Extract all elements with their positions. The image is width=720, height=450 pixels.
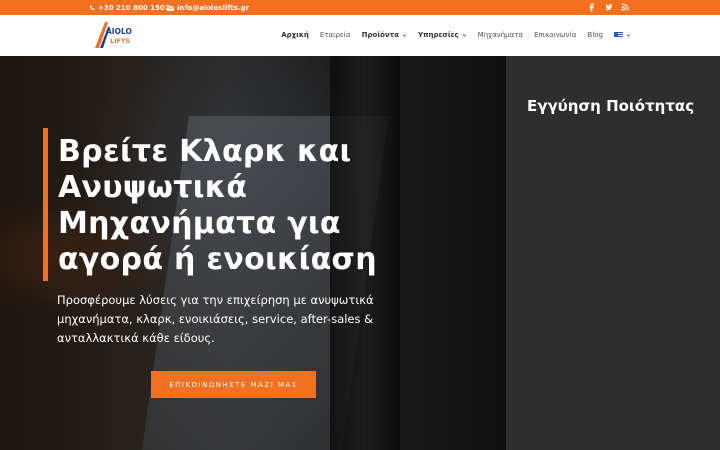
- nav-item-company[interactable]: Εταιρεία: [320, 31, 351, 39]
- phone-contact[interactable]: +30 210 800 1507: [89, 4, 170, 12]
- main-nav: Αρχική Εταιρεία Προϊόντα Υπηρεσίες Μηχαν…: [281, 31, 631, 39]
- language-switcher[interactable]: [614, 31, 631, 39]
- social-links: [587, 2, 630, 12]
- chevron-down-icon: [626, 33, 631, 37]
- nav-item-products[interactable]: Προϊόντα: [362, 31, 407, 39]
- hero-subtext: Προσφέρουμε λύσεις για την επιχείρηση με…: [57, 293, 374, 345]
- mail-icon: [167, 5, 174, 11]
- nav-item-blog[interactable]: Blog: [588, 31, 603, 39]
- svg-text:LIFTS: LIFTS: [110, 37, 130, 45]
- site-header: AIOLOS LIFTS Αρχική Εταιρεία Προϊόντα Υπ…: [0, 15, 720, 56]
- top-bar: +30 210 800 1507 info@aioloslifts.gr: [0, 0, 720, 15]
- chevron-down-icon: [402, 33, 407, 37]
- chevron-down-icon: [462, 33, 466, 37]
- email-contact[interactable]: info@aioloslifts.gr: [167, 4, 249, 12]
- email-address: info@aioloslifts.gr: [177, 4, 250, 12]
- nav-item-contact[interactable]: Επικοινωνία: [534, 31, 576, 39]
- nav-item-home[interactable]: Αρχική: [281, 31, 309, 39]
- headline-accent-bar: [43, 128, 48, 281]
- phone-icon: [90, 5, 95, 10]
- rss-icon[interactable]: [621, 2, 630, 12]
- phone-number: +30 210 800 1507: [98, 4, 170, 12]
- nav-item-services[interactable]: Υπηρεσίες: [418, 31, 467, 39]
- contact-us-button[interactable]: ΕΠΙΚΟΙΝΩΝΗΣΤΕ ΜΑΖΙ ΜΑΣ: [151, 371, 316, 398]
- quality-guarantee-title: Εγγύηση Ποιότητας: [527, 97, 695, 115]
- twitter-icon[interactable]: [604, 2, 613, 12]
- greek-flag-icon: [614, 32, 623, 38]
- nav-item-machines[interactable]: Μηχανήματα: [478, 31, 523, 39]
- site-logo[interactable]: AIOLOS LIFTS: [92, 19, 137, 51]
- hero-headline: Βρείτε Κλαρκ και Ανυψωτικά Μηχανήματα γι…: [58, 134, 377, 277]
- quality-guarantee-panel: Εγγύηση Ποιότητας: [506, 56, 720, 450]
- svg-text:AIOLOS: AIOLOS: [106, 27, 132, 36]
- facebook-icon[interactable]: [587, 2, 596, 12]
